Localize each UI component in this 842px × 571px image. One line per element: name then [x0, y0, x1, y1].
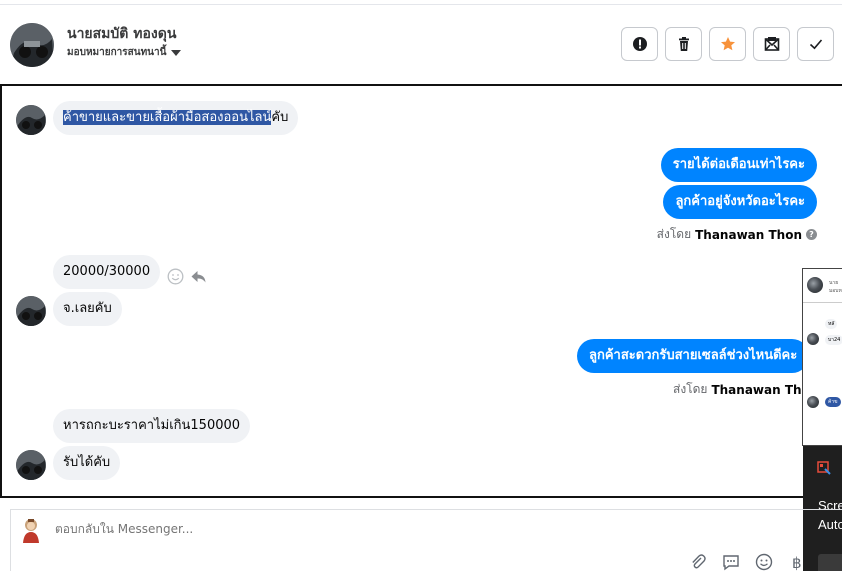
sent-by-name: Thanawan Thon — [695, 227, 802, 242]
message-incoming[interactable]: หารถกะบะราคาไม่เกิน150000 — [53, 409, 251, 443]
conversation-header: นายสมบัติ ทองดุน มอบหมายการสนทนานี้ — [0, 5, 842, 84]
mini-bubble: บา24 — [825, 335, 842, 345]
page-avatar-icon — [23, 519, 39, 543]
assign-conversation-dropdown[interactable]: มอบหมายการสนทนานี้ — [67, 45, 182, 60]
mini-chat-window[interactable]: นาย มอบห หลั บา24 ค้าข — [802, 268, 842, 446]
message-outgoing[interactable]: ลูกค้าสะดวกรับสายเซลล์ช่วงไหนดีคะ — [577, 339, 810, 373]
mini-bubble: ค้าข — [825, 397, 841, 407]
sent-by-label: ส่งโดย — [656, 227, 692, 241]
mini-avatar — [807, 277, 823, 293]
mini-chat-header: นาย มอบห — [803, 269, 842, 303]
contact-name[interactable]: นายสมบัติ ทองดุน — [67, 23, 176, 45]
message-text: คับ — [271, 110, 289, 125]
done-button[interactable] — [797, 27, 834, 61]
snipping-tool-icon — [817, 461, 831, 475]
mini-assign: มอบห — [829, 288, 842, 294]
message-incoming[interactable]: รับได้คับ — [53, 446, 121, 480]
help-icon[interactable]: ? — [806, 229, 817, 240]
star-button[interactable] — [709, 27, 746, 61]
star-icon — [720, 37, 735, 51]
composer-tools: ฿ — [689, 553, 806, 571]
message-actions — [167, 268, 207, 285]
spam-button[interactable] — [621, 27, 658, 61]
message-outgoing[interactable]: รายได้ต่อเดือนเท่าไรคะ — [660, 148, 817, 182]
contact-message-avatar — [16, 296, 46, 326]
mini-avatar — [807, 333, 819, 345]
reply-composer: ฿ — [10, 509, 842, 571]
saved-replies-icon[interactable] — [722, 553, 740, 571]
message-thread[interactable]: ค้าขายและขายเสื้อผ้ามือสองออนไลน์คับ ราย… — [0, 84, 842, 498]
mini-name: นาย — [829, 280, 839, 286]
mini-bubble: หลั — [825, 319, 838, 329]
svg-text:฿: ฿ — [792, 554, 802, 571]
contact-message-avatar — [16, 105, 46, 135]
contact-avatar[interactable] — [10, 23, 54, 67]
emoji-react-icon[interactable] — [167, 268, 184, 285]
sent-by-line: ส่งโดย Thanawan Thon — [673, 380, 818, 399]
mark-unread-button[interactable] — [753, 27, 790, 61]
conversation-actions — [621, 27, 834, 61]
envelope-icon — [764, 37, 779, 51]
assign-label: มอบหมายการสนทนานี้ — [67, 47, 167, 58]
message-incoming[interactable]: 20000/30000 — [53, 255, 161, 289]
contact-message-avatar — [16, 450, 46, 480]
delete-button[interactable] — [665, 27, 702, 61]
reply-input[interactable] — [55, 522, 355, 536]
alert-icon — [632, 37, 647, 51]
sent-by-label: ส่งโดย — [673, 382, 708, 396]
check-icon — [809, 39, 822, 50]
message-incoming[interactable]: จ.เลยคับ — [53, 292, 122, 326]
message-outgoing[interactable]: ลูกค้าอยู่จังหวัดอะไรคะ — [663, 185, 817, 219]
baht-payment-icon[interactable]: ฿ — [788, 553, 806, 571]
trash-icon — [678, 37, 689, 51]
reply-icon[interactable] — [190, 268, 207, 285]
attachment-icon[interactable] — [689, 553, 707, 571]
message-incoming[interactable]: ค้าขายและขายเสื้อผ้ามือสองออนไลน์คับ — [53, 101, 299, 135]
selected-text: ค้าขายและขายเสื้อผ้ามือสองออนไลน์ — [63, 110, 272, 125]
mini-avatar — [807, 396, 819, 408]
caret-down-icon — [171, 49, 182, 56]
sent-by-line: ส่งโดย Thanawan Thon ? — [657, 225, 817, 244]
emoji-icon[interactable] — [755, 553, 773, 571]
